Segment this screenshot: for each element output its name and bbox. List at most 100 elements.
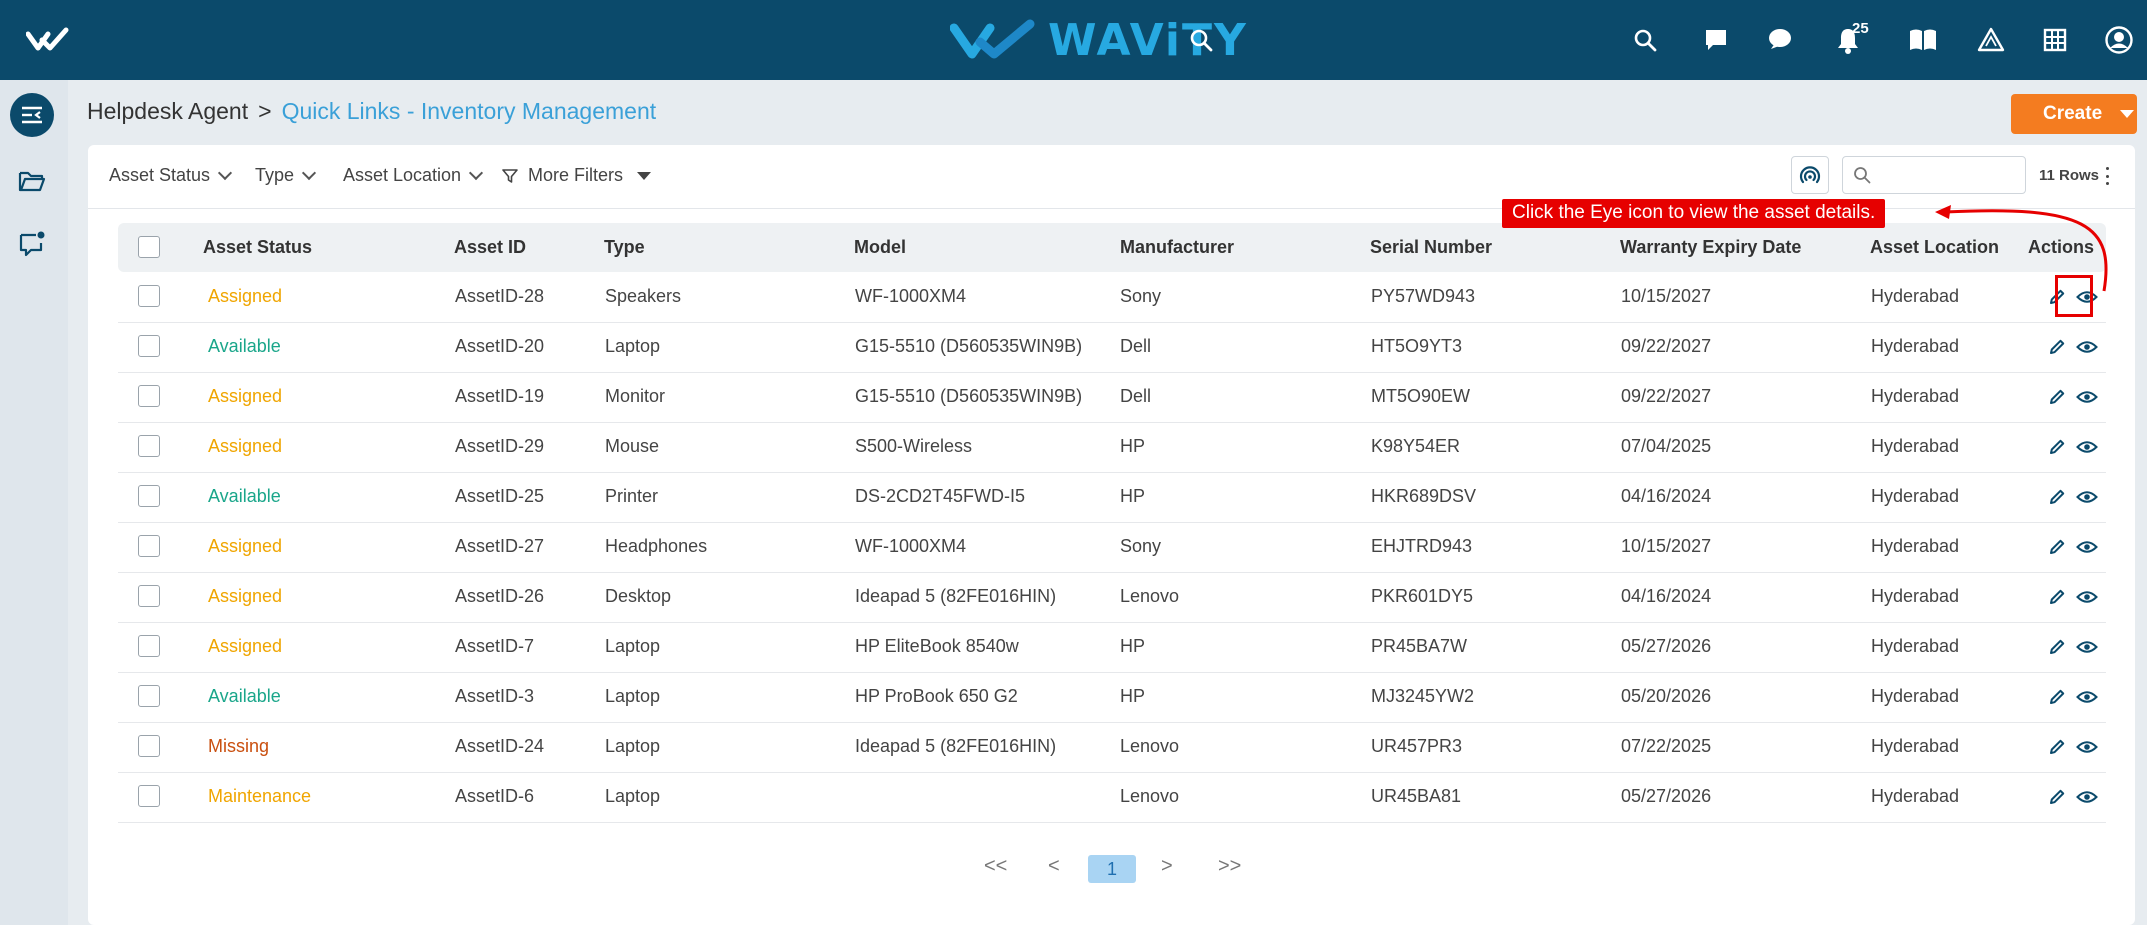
- cell-manufacturer: Lenovo: [1120, 786, 1180, 806]
- broadcast-signal-icon: [1799, 166, 1821, 184]
- column-header-model[interactable]: Model: [854, 237, 906, 258]
- column-header-warranty-expiry[interactable]: Warranty Expiry Date: [1620, 237, 1801, 258]
- edit-pencil-icon[interactable]: [2045, 585, 2069, 609]
- row-checkbox[interactable]: [138, 435, 160, 457]
- edit-pencil-icon[interactable]: [2045, 535, 2069, 559]
- notifications-bell-icon[interactable]: 25: [1832, 20, 1869, 56]
- cell-type: Printer: [605, 486, 659, 506]
- edit-pencil-icon[interactable]: [2045, 335, 2069, 359]
- cell-model: HP EliteBook 8540w: [855, 636, 1019, 656]
- comment-notification-button[interactable]: [10, 222, 54, 266]
- cell-asset-status: Available: [208, 686, 281, 706]
- view-eye-icon[interactable]: [2075, 535, 2099, 559]
- edit-pencil-icon[interactable]: [2045, 735, 2069, 759]
- folder-button[interactable]: [10, 159, 54, 203]
- row-checkbox[interactable]: [138, 335, 160, 357]
- grid-apps-icon[interactable]: [2039, 24, 2071, 56]
- cell-asset-location: Hyderabad: [1871, 586, 1960, 606]
- cell-asset-status: Assigned: [208, 286, 283, 306]
- cell-model: G15-5510 (D560535WIN9B): [855, 336, 1083, 356]
- cell-type: Laptop: [605, 636, 661, 656]
- select-all-checkbox[interactable]: [138, 236, 160, 258]
- view-eye-icon[interactable]: [2075, 685, 2099, 709]
- view-eye-icon[interactable]: [2075, 735, 2099, 759]
- cell-warranty-expiry: 04/16/2024: [1621, 486, 1712, 506]
- row-checkbox[interactable]: [138, 635, 160, 657]
- cell-type: Speakers: [605, 286, 682, 306]
- edit-pencil-icon[interactable]: [2045, 685, 2069, 709]
- row-checkbox[interactable]: [138, 685, 160, 707]
- wavity-home-icon[interactable]: [26, 26, 80, 54]
- cell-warranty-expiry: 05/20/2026: [1621, 686, 1712, 706]
- book-icon[interactable]: [1907, 24, 1939, 56]
- cell-asset-id: AssetID-28: [455, 286, 545, 306]
- cell-asset-id: AssetID-19: [455, 386, 545, 406]
- cell-serial-number: HKR689DSV: [1371, 486, 1477, 506]
- row-checkbox[interactable]: [138, 585, 160, 607]
- row-checkbox[interactable]: [138, 735, 160, 757]
- row-checkbox[interactable]: [138, 385, 160, 407]
- cell-serial-number: UR457PR3: [1371, 736, 1463, 756]
- row-checkbox[interactable]: [138, 535, 160, 557]
- column-header-type[interactable]: Type: [604, 237, 645, 258]
- breadcrumb-root[interactable]: Helpdesk Agent: [87, 98, 248, 125]
- view-eye-icon[interactable]: [2075, 385, 2099, 409]
- caret-down-icon: [637, 171, 652, 180]
- cell-warranty-expiry: 05/27/2026: [1621, 786, 1712, 806]
- search-icon[interactable]: [1629, 24, 1661, 56]
- type-filter[interactable]: Type: [255, 165, 317, 186]
- current-page-button[interactable]: 1: [1088, 855, 1136, 883]
- next-page-button[interactable]: >: [1161, 855, 1173, 878]
- view-eye-icon[interactable]: [2075, 635, 2099, 659]
- more-options-icon[interactable]: [2104, 167, 2110, 185]
- view-eye-icon[interactable]: [2075, 585, 2099, 609]
- search-input[interactable]: [1877, 161, 2021, 189]
- view-eye-icon[interactable]: [2075, 785, 2099, 809]
- edit-pencil-icon[interactable]: [2045, 635, 2069, 659]
- user-profile-icon[interactable]: [2103, 24, 2135, 56]
- edit-pencil-icon[interactable]: [2045, 485, 2069, 509]
- column-header-serial-number[interactable]: Serial Number: [1370, 237, 1492, 258]
- view-eye-icon[interactable]: [2075, 435, 2099, 459]
- cell-manufacturer: HP: [1120, 486, 1146, 506]
- asset-status-filter-label: Asset Status: [109, 165, 211, 185]
- left-rail: [0, 80, 68, 925]
- cell-model: WF-1000XM4: [855, 536, 967, 556]
- cell-warranty-expiry: 07/04/2025: [1621, 436, 1712, 456]
- cell-asset-location: Hyderabad: [1871, 536, 1960, 556]
- column-header-asset-status[interactable]: Asset Status: [203, 237, 312, 258]
- last-page-button[interactable]: >>: [1218, 855, 1241, 878]
- collapse-menu-button[interactable]: [10, 93, 54, 137]
- create-button[interactable]: Create: [2011, 94, 2137, 134]
- search-icon: [1854, 167, 1871, 184]
- asset-status-filter[interactable]: Asset Status: [109, 165, 233, 186]
- edit-pencil-icon[interactable]: [2045, 385, 2069, 409]
- column-header-manufacturer[interactable]: Manufacturer: [1120, 237, 1234, 258]
- view-eye-icon[interactable]: [2075, 335, 2099, 359]
- chevron-down-icon: [301, 165, 317, 181]
- cell-asset-id: AssetID-26: [455, 586, 545, 606]
- cell-type: Monitor: [605, 386, 666, 406]
- breadcrumb-current[interactable]: Quick Links - Inventory Management: [282, 98, 657, 125]
- chat-icon[interactable]: [1764, 24, 1796, 56]
- cell-asset-id: AssetID-20: [455, 336, 545, 356]
- alert-triangle-icon[interactable]: [1975, 24, 2007, 56]
- more-filters-button[interactable]: More Filters: [502, 165, 652, 186]
- row-checkbox[interactable]: [138, 785, 160, 807]
- cell-asset-status: Assigned: [208, 436, 283, 456]
- cell-asset-location: Hyderabad: [1871, 636, 1960, 656]
- cell-model: Ideapad 5 (82FE016HIN): [855, 736, 1057, 756]
- first-page-button[interactable]: <<: [984, 855, 1007, 878]
- message-icon[interactable]: [1700, 24, 1732, 56]
- search-icon[interactable]: [1185, 24, 1217, 56]
- row-checkbox[interactable]: [138, 485, 160, 507]
- broadcast-toggle-button[interactable]: [1791, 156, 1829, 194]
- edit-pencil-icon[interactable]: [2045, 785, 2069, 809]
- column-header-asset-id[interactable]: Asset ID: [454, 237, 526, 258]
- view-eye-icon[interactable]: [2075, 485, 2099, 509]
- edit-pencil-icon[interactable]: [2045, 435, 2069, 459]
- folder-open-icon: [18, 171, 46, 192]
- asset-location-filter[interactable]: Asset Location: [343, 165, 484, 186]
- row-checkbox[interactable]: [138, 285, 160, 307]
- prev-page-button[interactable]: <: [1048, 855, 1060, 878]
